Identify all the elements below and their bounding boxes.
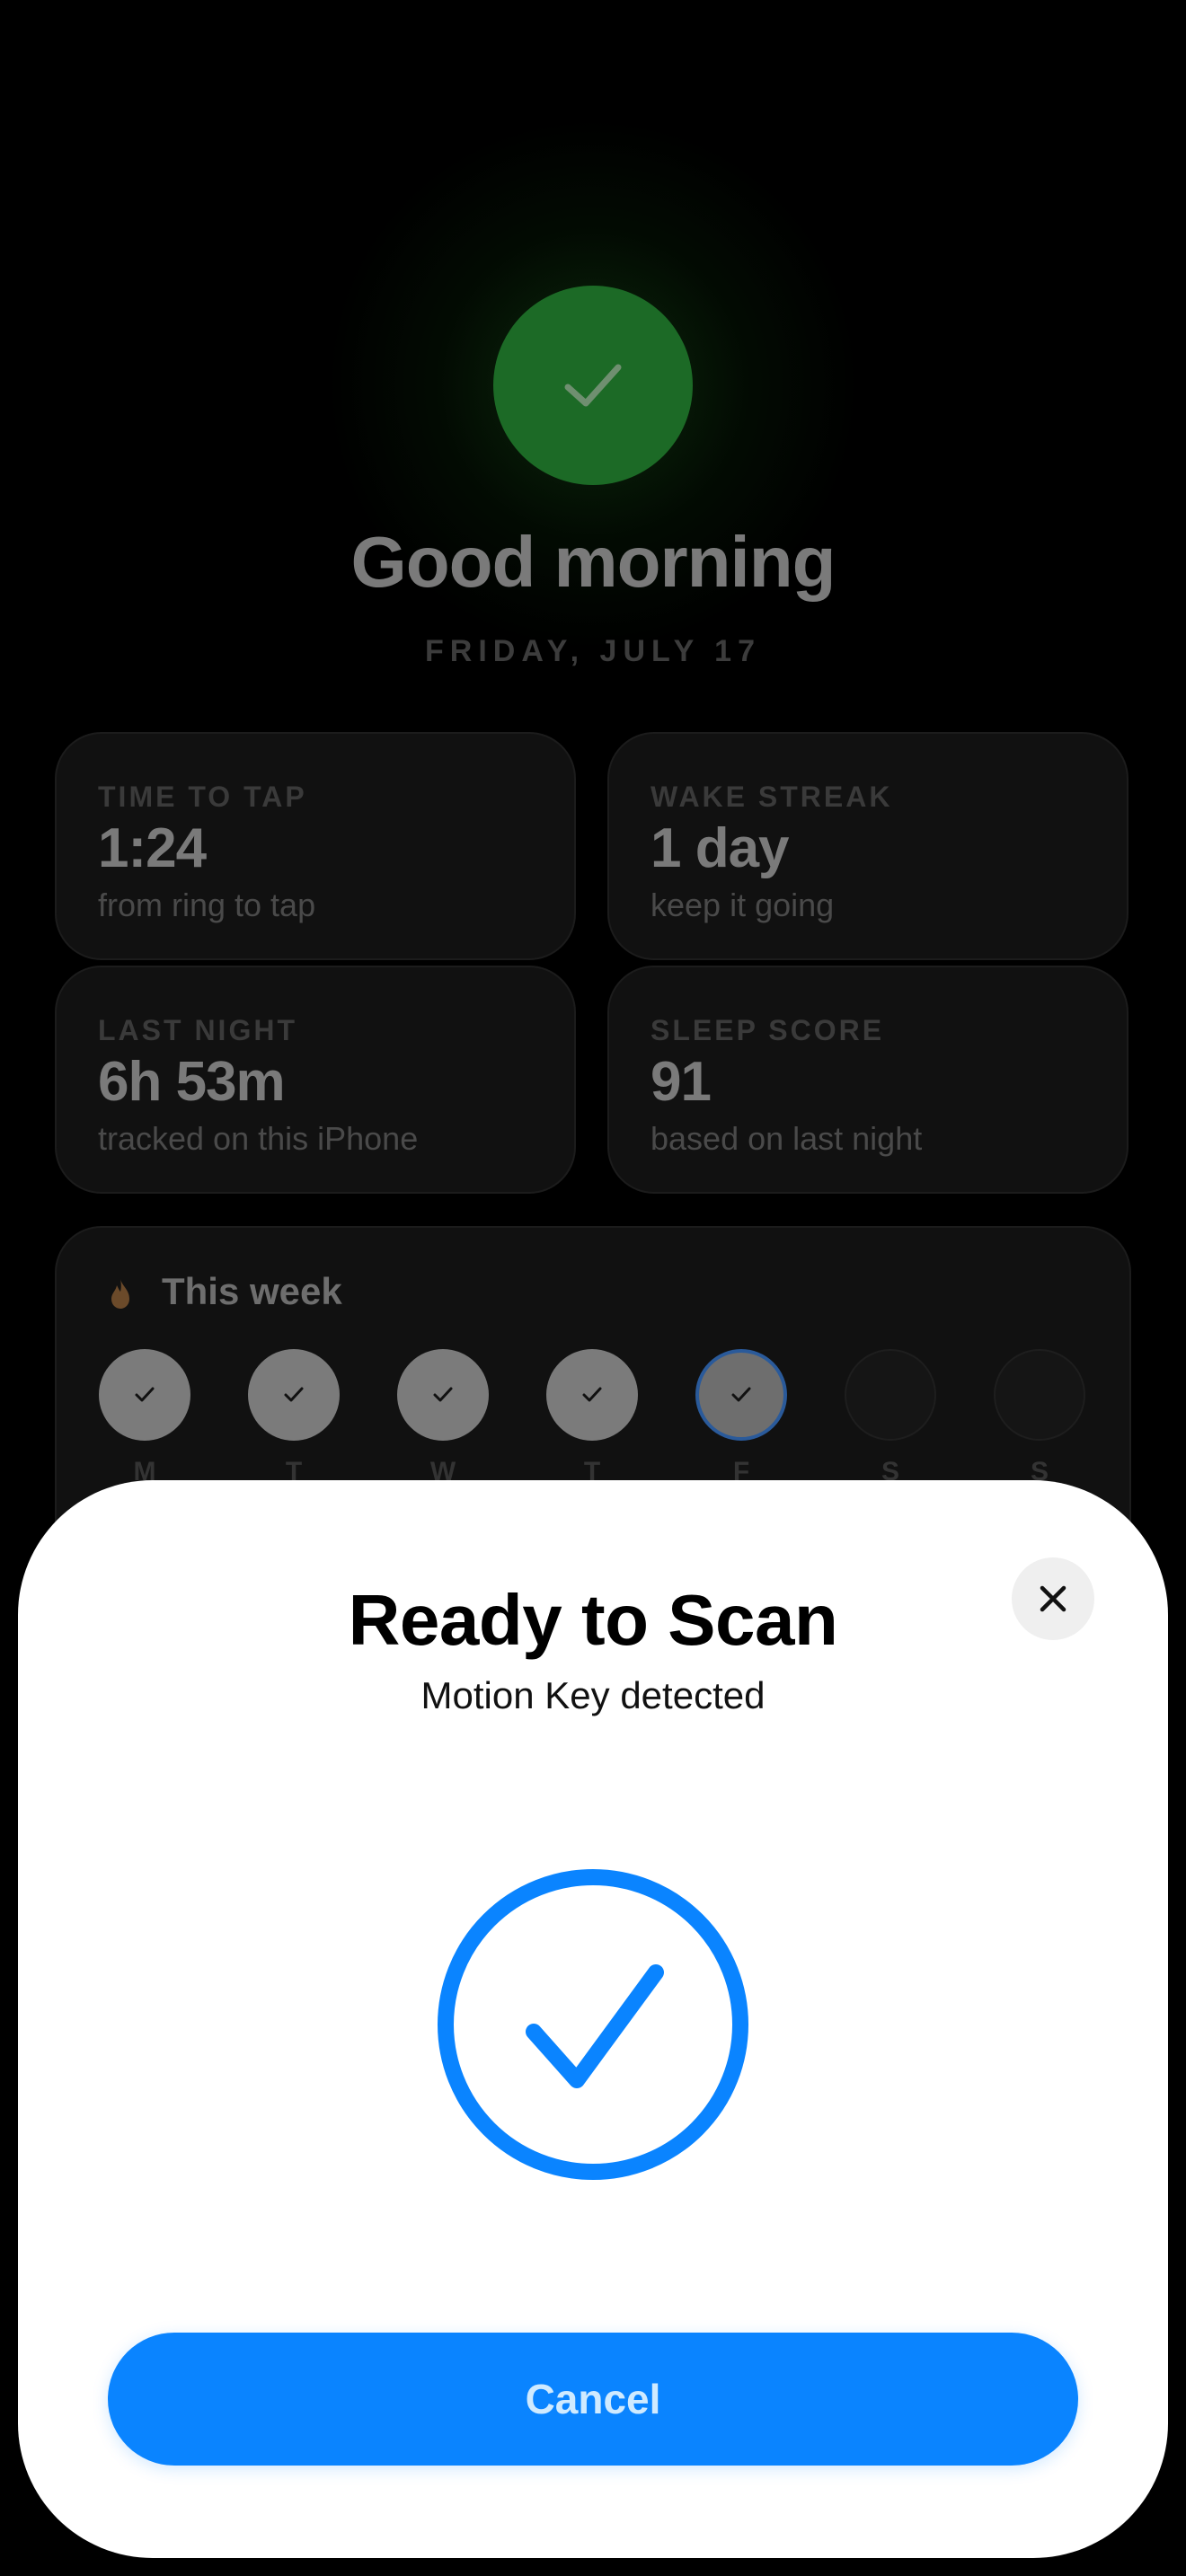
sheet-subtitle: Motion Key detected (420, 1674, 766, 1716)
close-icon (1040, 1585, 1067, 1612)
flame-icon (111, 1279, 129, 1309)
stat-label: SLEEP SCORE (651, 1014, 885, 1046)
greeting-title: Good morning (350, 522, 836, 602)
stat-value: 6h 53m (98, 1051, 286, 1113)
cancel-button[interactable]: Cancel (108, 2333, 1078, 2466)
day-marker-2 (397, 1349, 489, 1441)
checkmark-icon (731, 1387, 751, 1402)
stat-value: 1:24 (98, 817, 207, 879)
scan-sheet: Ready to Scan Motion Key detected Cancel (18, 1480, 1168, 2558)
checkmark-circle-icon (438, 1869, 748, 2180)
success-badge (493, 286, 693, 485)
date-label: FRIDAY, JULY 17 (425, 634, 761, 668)
stat-card-wake-streak: WAKE STREAK 1 day keep it going (607, 732, 1128, 960)
stat-card-sleep-score: SLEEP SCORE 91 based on last night (607, 966, 1128, 1194)
checkmark-icon (582, 1387, 602, 1402)
stat-value: 1 day (651, 817, 790, 879)
stat-label: WAKE STREAK (651, 781, 893, 813)
day-marker-6 (994, 1349, 1085, 1441)
stat-card-last-night: LAST NIGHT 6h 53m tracked on this iPhone (55, 966, 576, 1194)
close-button[interactable] (1012, 1557, 1094, 1640)
checkmark-icon (135, 1387, 155, 1402)
checkmark-icon (564, 364, 622, 407)
stat-label: LAST NIGHT (98, 1014, 297, 1046)
day-marker-4 (695, 1349, 787, 1441)
day-marker-1 (248, 1349, 340, 1441)
stat-caption: from ring to tap (98, 887, 316, 923)
checkmark-icon (284, 1387, 304, 1402)
week-title: This week (162, 1270, 342, 1312)
stat-card-time-to-tap: TIME TO TAP 1:24 from ring to tap (55, 732, 576, 960)
stat-label: TIME TO TAP (98, 781, 307, 813)
day-marker-3 (546, 1349, 638, 1441)
stat-caption: keep it going (651, 887, 835, 923)
stat-caption: tracked on this iPhone (98, 1120, 419, 1157)
stat-value: 91 (651, 1051, 712, 1113)
stat-caption: based on last night (651, 1120, 923, 1157)
day-marker-0 (99, 1349, 190, 1441)
checkmark-icon (433, 1387, 453, 1402)
sheet-title: Ready to Scan (348, 1580, 838, 1660)
day-marker-5 (845, 1349, 936, 1441)
